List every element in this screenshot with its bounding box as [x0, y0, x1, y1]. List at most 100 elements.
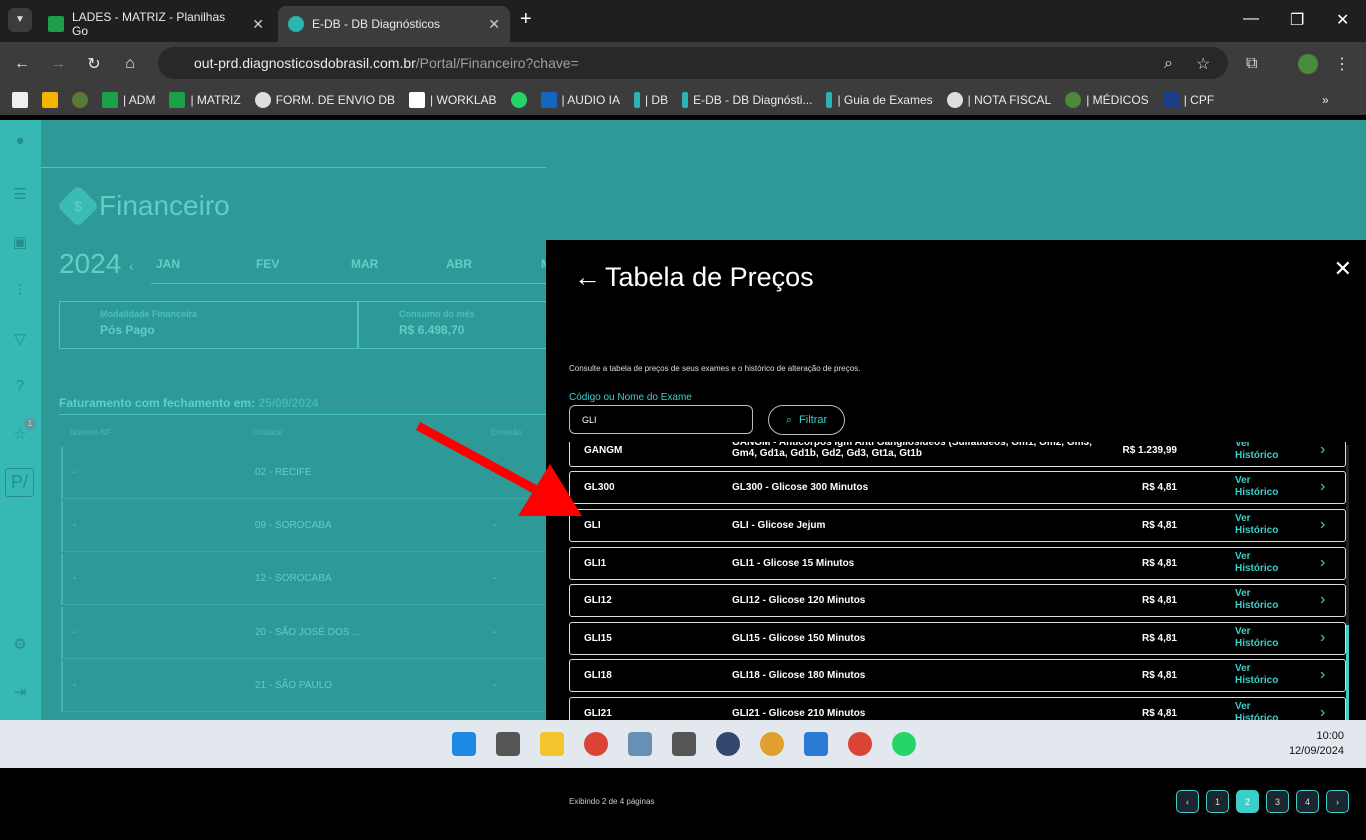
- star-icon[interactable]: ☆: [1196, 54, 1210, 74]
- history-link[interactable]: VerHistórico: [1235, 475, 1278, 499]
- table-row[interactable]: -12 - SOROCABA -: [61, 553, 546, 605]
- photos-icon[interactable]: [628, 732, 652, 756]
- menu-icon[interactable]: ⋮: [1334, 54, 1350, 74]
- back-arrow-icon[interactable]: ←: [574, 262, 601, 293]
- close-window-button[interactable]: ✕: [1336, 10, 1349, 30]
- bookmark[interactable]: | NOTA FISCAL: [946, 92, 1051, 108]
- bookmark[interactable]: | DB: [633, 92, 668, 108]
- price-row[interactable]: GLI12 GLI12 - Glicose 120 Minutos R$ 4,8…: [569, 584, 1346, 617]
- bookmark[interactable]: | Guia de Exames: [826, 92, 933, 108]
- restore-button[interactable]: ❐: [1290, 10, 1304, 30]
- bookmark[interactable]: FORM. DE ENVIO DB: [254, 92, 395, 108]
- help-icon[interactable]: ?: [11, 377, 29, 395]
- minimize-button[interactable]: —: [1243, 10, 1259, 28]
- file-explorer-icon[interactable]: [540, 732, 564, 756]
- history-link[interactable]: VerHistórico: [1235, 442, 1278, 462]
- close-icon[interactable]: ✕: [488, 16, 500, 33]
- chrome-icon[interactable]: [584, 732, 608, 756]
- history-link[interactable]: VerHistórico: [1235, 551, 1278, 575]
- tab-lades-matriz[interactable]: LADES - MATRIZ - Planilhas Go ✕: [38, 6, 274, 42]
- clock[interactable]: 10:00 12/09/2024: [1289, 729, 1344, 759]
- bookmark[interactable]: | AUDIO IA: [540, 92, 620, 108]
- notepad-icon[interactable]: [804, 732, 828, 756]
- close-icon[interactable]: ✕: [252, 16, 264, 33]
- start-icon[interactable]: [452, 732, 476, 756]
- chevron-right-icon[interactable]: ›: [1320, 591, 1325, 609]
- filter-button[interactable]: ⌕ Filtrar: [768, 405, 845, 435]
- bookmark[interactable]: | MÉDICOS: [1065, 92, 1149, 108]
- tab-search-button[interactable]: ▼: [8, 8, 32, 32]
- next-page-button[interactable]: ›: [1326, 790, 1349, 813]
- history-link[interactable]: VerHistórico: [1235, 588, 1278, 612]
- bookmark[interactable]: | MATRIZ: [169, 92, 241, 108]
- bookmark[interactable]: E-DB - DB Diagnósti...: [682, 92, 812, 108]
- db-logo-icon[interactable]: ●: [11, 132, 29, 150]
- history-link[interactable]: VerHistórico: [1235, 513, 1278, 537]
- chrome-active-icon[interactable]: [848, 732, 872, 756]
- prev-page-button[interactable]: ‹: [1176, 790, 1199, 813]
- chatgpt-icon[interactable]: [12, 92, 28, 108]
- notification-badge: 1: [24, 418, 36, 430]
- task-view-icon[interactable]: [496, 732, 520, 756]
- price-row[interactable]: GL300 GL300 - Glicose 300 Minutos R$ 4,8…: [569, 471, 1346, 504]
- back-icon[interactable]: ←: [4, 55, 40, 73]
- chevron-right-icon[interactable]: ›: [1320, 629, 1325, 647]
- address-bar[interactable]: out-prd.diagnosticosdobrasil.com.br/Port…: [158, 47, 1228, 79]
- clipboard-icon[interactable]: ▣: [11, 233, 29, 251]
- tab-month[interactable]: ABR: [446, 257, 472, 271]
- search-input[interactable]: [569, 405, 753, 434]
- calculator-icon[interactable]: [672, 732, 696, 756]
- history-link[interactable]: VerHistórico: [1235, 663, 1278, 687]
- table-row[interactable]: -02 - RECIFE -: [61, 447, 546, 499]
- page-button[interactable]: 3: [1266, 790, 1289, 813]
- forward-icon[interactable]: →: [40, 55, 76, 73]
- profile-avatar[interactable]: [1298, 53, 1318, 74]
- price-row[interactable]: GLI15 GLI15 - Glicose 150 Minutos R$ 4,8…: [569, 622, 1346, 655]
- scrollbar[interactable]: [1346, 445, 1349, 765]
- home-icon[interactable]: ⌂: [112, 55, 148, 73]
- list-icon[interactable]: ☰: [11, 185, 29, 203]
- reload-icon[interactable]: ↻: [76, 54, 112, 74]
- new-tab-button[interactable]: +: [520, 8, 532, 31]
- logout-icon[interactable]: ⇥: [11, 683, 29, 701]
- chevron-right-icon[interactable]: ›: [1320, 554, 1325, 572]
- page-button-current[interactable]: 2: [1236, 790, 1259, 813]
- lock-app-icon[interactable]: [716, 732, 740, 756]
- table-row[interactable]: -21 - SÃO PAULO -: [61, 660, 546, 712]
- prev-year-icon[interactable]: ‹: [129, 258, 134, 274]
- close-icon[interactable]: ✕: [1334, 256, 1352, 282]
- app-icon[interactable]: [760, 732, 784, 756]
- table-row[interactable]: -09 - SOROCABA -: [61, 500, 546, 552]
- tab-month[interactable]: JAN: [156, 257, 180, 271]
- price-row[interactable]: GLI18 GLI18 - Glicose 180 Minutos R$ 4,8…: [569, 659, 1346, 692]
- page-button[interactable]: 4: [1296, 790, 1319, 813]
- tab-month[interactable]: FEV: [256, 257, 279, 271]
- price-row[interactable]: GLI GLI - Glicose Jejum R$ 4,81 Ver Histó…: [569, 509, 1346, 542]
- tab-edb[interactable]: E-DB - DB Diagnósticos ✕: [278, 6, 510, 42]
- zoom-icon[interactable]: ⌕: [1164, 55, 1173, 73]
- extensions-icon[interactable]: ⧉: [1246, 55, 1257, 73]
- column-header: Número NF: [70, 428, 112, 437]
- chevron-right-icon[interactable]: ›: [1320, 478, 1325, 496]
- chevron-right-icon[interactable]: ›: [1320, 442, 1325, 459]
- test-tube-icon[interactable]: ▽: [11, 330, 29, 348]
- price-row[interactable]: GLI1 GLI1 - Glicose 15 Minutos R$ 4,81 V…: [569, 547, 1346, 580]
- chevron-right-icon[interactable]: ›: [1320, 516, 1325, 534]
- sliders-icon[interactable]: ⫶: [11, 282, 29, 300]
- more-bookmarks-icon[interactable]: »: [1322, 93, 1329, 107]
- price-row[interactable]: GANGM GANGM - Anticorpos Igm Anti Gangli…: [569, 442, 1346, 467]
- tab-month[interactable]: MAR: [351, 257, 378, 271]
- page-button[interactable]: 1: [1206, 790, 1229, 813]
- table-row[interactable]: -20 - SÃO JOSÉ DOS ... -: [61, 607, 546, 659]
- bookmark[interactable]: | CPF: [1162, 92, 1214, 108]
- pix-icon[interactable]: P/: [5, 468, 34, 497]
- chevron-right-icon[interactable]: ›: [1320, 666, 1325, 684]
- settings-icon[interactable]: ⚙: [11, 635, 29, 653]
- whatsapp-icon[interactable]: [892, 732, 916, 756]
- seal-icon[interactable]: [72, 92, 88, 108]
- bookmark[interactable]: | WORKLAB: [409, 92, 497, 108]
- history-link[interactable]: VerHistórico: [1235, 626, 1278, 650]
- whatsapp-icon[interactable]: [510, 92, 527, 108]
- keep-icon[interactable]: [42, 92, 58, 108]
- bookmark[interactable]: | ADM: [102, 92, 155, 108]
